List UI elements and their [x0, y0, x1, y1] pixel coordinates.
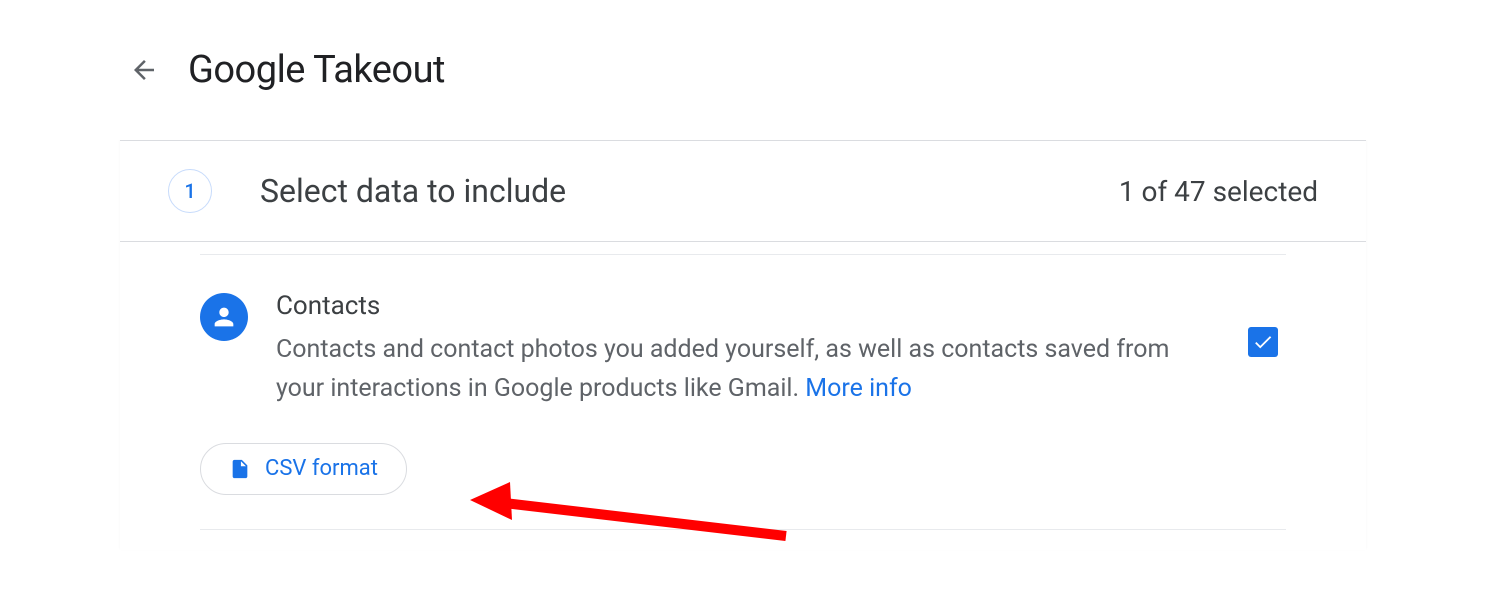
step-header-left: 1 Select data to include: [168, 169, 566, 213]
divider: [200, 254, 1286, 255]
service-row-contacts: Contacts Contacts and contact photos you…: [200, 291, 1286, 409]
contacts-checkbox[interactable]: [1248, 327, 1278, 357]
divider: [200, 529, 1286, 530]
back-button[interactable]: [120, 46, 168, 94]
selection-count: 1 of 47 selected: [1119, 175, 1318, 208]
more-info-link[interactable]: More info: [805, 374, 912, 403]
step-title: Select data to include: [260, 172, 566, 210]
service-description-text: Contacts and contact photos you added yo…: [276, 335, 1169, 403]
app-header: Google Takeout: [0, 0, 1486, 140]
checkbox-wrap: [1248, 327, 1278, 357]
arrow-left-icon: [129, 55, 159, 85]
format-chip[interactable]: CSV format: [200, 443, 407, 495]
person-icon: [210, 303, 238, 331]
page-title: Google Takeout: [188, 48, 445, 92]
step-header: 1 Select data to include 1 of 47 selecte…: [120, 141, 1366, 242]
service-text: Contacts Contacts and contact photos you…: [276, 291, 1220, 409]
file-icon: [229, 456, 251, 482]
format-chip-label: CSV format: [265, 456, 378, 481]
service-description: Contacts and contact photos you added yo…: [276, 331, 1180, 409]
content-area: Contacts Contacts and contact photos you…: [120, 242, 1366, 550]
main-panel: 1 Select data to include 1 of 47 selecte…: [120, 140, 1366, 550]
step-number-badge: 1: [168, 169, 212, 213]
check-icon: [1252, 331, 1274, 353]
service-name: Contacts: [276, 291, 1180, 321]
contacts-icon: [200, 293, 248, 341]
